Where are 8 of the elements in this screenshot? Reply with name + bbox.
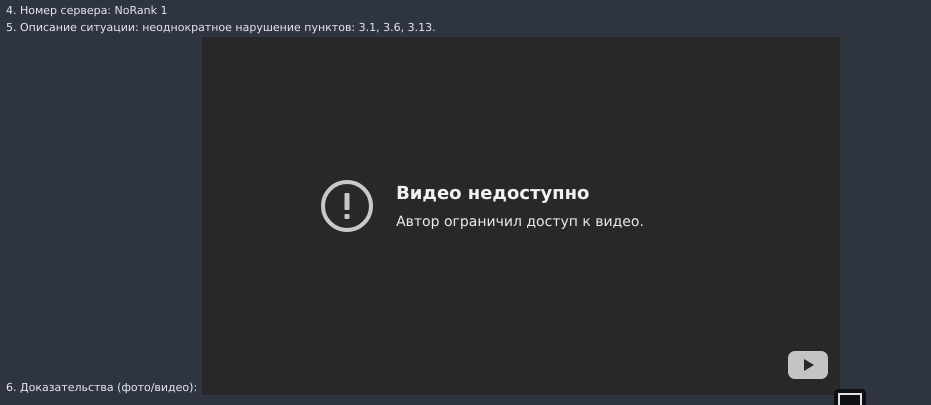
text-line: 5. Описание ситуации: неоднократное нарушение пунктов: 3.1, 3.6, 3.13. (6, 20, 437, 36)
video-player[interactable]: Видео недоступно Автор ограничил доступ к видео. (202, 37, 840, 395)
video-title: Видео недоступно (396, 182, 590, 204)
alert-icon (320, 179, 374, 233)
text-line: 4. Номер сервера: NoRank 1 (6, 3, 168, 19)
play-logo-icon[interactable] (788, 351, 828, 379)
video-message: Автор ограничил доступ к видео. (396, 214, 644, 230)
text-line: 6. Доказательства (фото/видео): (6, 381, 198, 395)
